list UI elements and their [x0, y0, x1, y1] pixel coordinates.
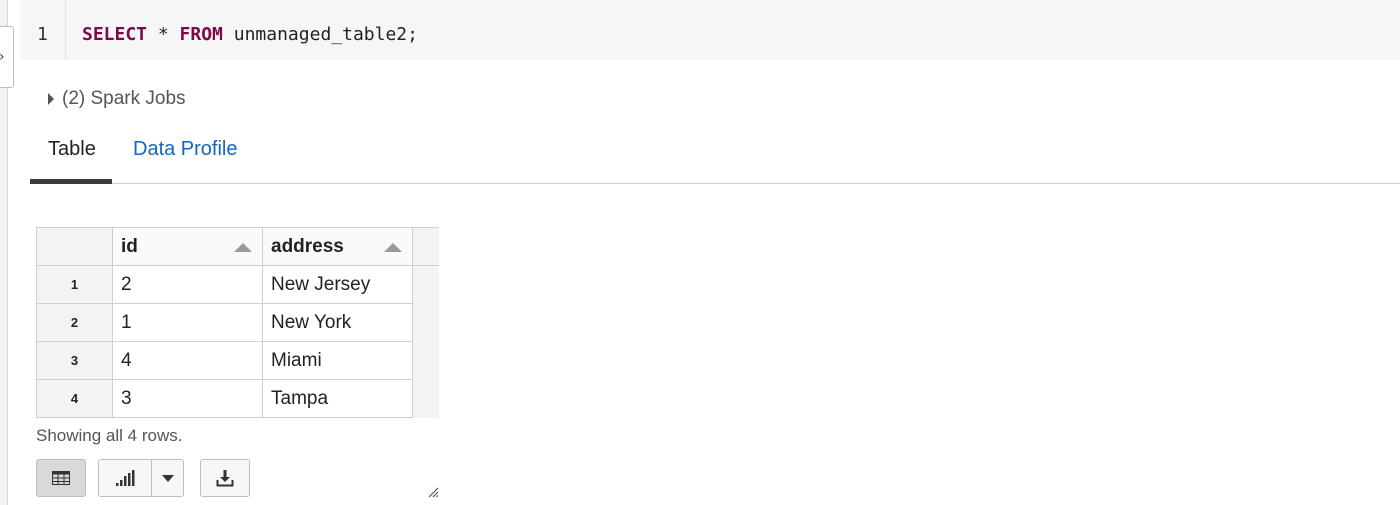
- spark-jobs-toggle[interactable]: (2) Spark Jobs: [48, 88, 186, 110]
- collapse-handle[interactable]: ›: [0, 26, 14, 88]
- download-icon: [216, 470, 234, 487]
- column-header-label: id: [121, 235, 138, 257]
- row-number-header: [36, 227, 113, 266]
- sort-up-icon[interactable]: [384, 243, 402, 252]
- cell-id[interactable]: 3: [112, 379, 263, 418]
- rows-count-note: Showing all 4 rows.: [36, 426, 183, 445]
- code-editor[interactable]: 1 SELECT * FROM unmanaged_table2;: [20, 0, 1400, 60]
- cell-id[interactable]: 2: [112, 265, 263, 304]
- result-tabs: Table Data Profile: [30, 128, 1400, 184]
- download-button[interactable]: [200, 459, 250, 497]
- column-header-id[interactable]: id: [112, 227, 263, 266]
- row-number: 2: [36, 303, 113, 342]
- row-filler: [412, 303, 439, 342]
- row-filler: [412, 265, 439, 304]
- chevron-right-icon: ›: [0, 49, 5, 65]
- table-header-row: id address: [36, 227, 439, 266]
- cell-address[interactable]: New York: [262, 303, 413, 342]
- row-number: 4: [36, 379, 113, 418]
- table-row: 1 2 New Jersey: [36, 265, 439, 304]
- chart-button[interactable]: [98, 459, 152, 497]
- header-filler: [412, 227, 439, 266]
- column-header-address[interactable]: address: [262, 227, 413, 266]
- code-star: *: [147, 24, 180, 45]
- line-gutter: 1: [20, 0, 66, 60]
- keyword-select: SELECT: [82, 24, 148, 45]
- active-tab-indicator: [30, 179, 112, 184]
- resize-handle-icon[interactable]: [427, 486, 439, 498]
- tab-data-profile[interactable]: Data Profile: [133, 138, 238, 161]
- table-row: 2 1 New York: [36, 303, 439, 342]
- code-line[interactable]: SELECT * FROM unmanaged_table2;: [82, 24, 418, 45]
- column-header-label: address: [271, 235, 344, 257]
- cell-address[interactable]: Tampa: [262, 379, 413, 418]
- table-row: 4 3 Tampa: [36, 379, 439, 418]
- spark-jobs-label: (2) Spark Jobs: [62, 88, 186, 109]
- sort-up-icon[interactable]: [234, 243, 252, 252]
- chevron-down-icon: [161, 474, 174, 482]
- chart-options-dropdown[interactable]: [151, 459, 184, 497]
- bar-chart-icon: [116, 470, 135, 486]
- caret-right-icon: [48, 93, 54, 105]
- row-filler: [412, 379, 439, 418]
- table-view-button[interactable]: [36, 459, 86, 497]
- cell-address[interactable]: Miami: [262, 341, 413, 380]
- row-number: 1: [36, 265, 113, 304]
- cell-address[interactable]: New Jersey: [262, 265, 413, 304]
- cell-id[interactable]: 4: [112, 341, 263, 380]
- tab-table[interactable]: Table: [48, 138, 96, 161]
- row-filler: [412, 341, 439, 380]
- keyword-from: FROM: [179, 24, 223, 45]
- code-table-name: unmanaged_table2;: [222, 24, 418, 45]
- row-number: 3: [36, 341, 113, 380]
- line-number: 1: [37, 24, 48, 45]
- results-table: id address 1 2 New Jersey 2 1 New York 3…: [36, 227, 439, 418]
- cell-id[interactable]: 1: [112, 303, 263, 342]
- table-row: 3 4 Miami: [36, 341, 439, 380]
- table-icon: [52, 471, 70, 485]
